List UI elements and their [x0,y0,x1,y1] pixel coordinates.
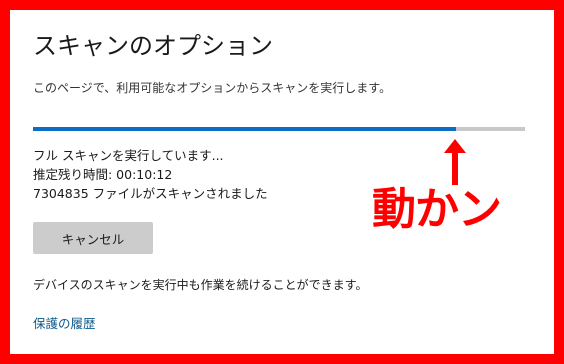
background-note: デバイスのスキャンを実行中も作業を続けることができます。 [33,278,368,292]
scan-status-text: フル スキャンを実行しています... [33,148,224,163]
up-arrow-icon [444,139,466,185]
cancel-button[interactable]: キャンセル [33,222,153,254]
scan-progress-fill [33,127,457,131]
page-description: このページで、利用可能なオプションからスキャンを実行します。 [33,81,392,95]
page-title: スキャンのオプション [33,32,273,60]
scan-progress-bar [33,127,525,131]
annotation-label: 動かン [372,184,502,235]
protection-history-link[interactable]: 保護の履歴 [33,315,96,333]
scan-status: フル スキャンを実行しています... 推定残り時間: 00:10:12 7304… [33,146,268,203]
scanned-files-count: 7304835 ファイルがスキャンされました [33,186,268,201]
remaining-time-text: 推定残り時間: 00:10:12 [33,167,173,182]
